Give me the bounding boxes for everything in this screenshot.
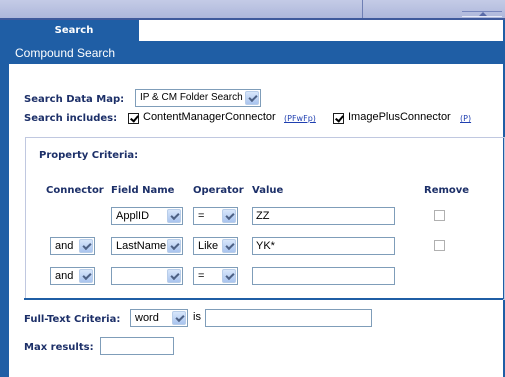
value-input[interactable] (252, 267, 395, 285)
field-name-value: ApplID (116, 210, 150, 222)
full-text-is-label: is (193, 311, 201, 323)
chevron-down-icon[interactable] (167, 269, 181, 283)
chevron-down-icon[interactable] (167, 239, 181, 253)
chevron-down-icon[interactable] (222, 209, 236, 223)
value-text: ZZ (256, 210, 270, 222)
section-title: Compound Search (15, 46, 116, 60)
chevron-down-icon[interactable] (79, 269, 93, 283)
image-plus-code-link[interactable]: (P) (460, 114, 471, 123)
column-header-connector: Connector (46, 185, 104, 196)
column-header-field-name: Field Name (111, 185, 175, 196)
search-data-map-value: IP & CM Folder Search (140, 92, 243, 103)
value-text: YK* (256, 240, 275, 252)
chevron-down-icon[interactable] (167, 209, 181, 223)
full-text-mode-select[interactable]: word (130, 309, 188, 327)
search-data-map-label: Search Data Map: (24, 94, 125, 105)
field-name-select[interactable]: LastName (111, 237, 183, 255)
max-results-label: Max results: (24, 342, 94, 353)
operator-value: Like (198, 240, 219, 252)
image-plus-label: ImagePlusConnector (348, 111, 451, 123)
search-includes-label: Search includes: (24, 113, 118, 124)
chevron-down-icon[interactable] (245, 91, 259, 105)
field-name-select[interactable] (111, 267, 183, 285)
operator-select[interactable]: = (193, 267, 238, 285)
operator-select[interactable]: = (193, 207, 238, 225)
value-input[interactable]: YK* (252, 237, 395, 255)
frame-divider (362, 0, 363, 18)
connector-select[interactable]: and (50, 267, 95, 285)
full-text-mode-value: word (135, 312, 159, 324)
connector-select[interactable]: and (50, 237, 95, 255)
full-text-input[interactable] (205, 309, 372, 327)
field-name-select[interactable]: ApplID (111, 207, 183, 225)
connector-value: and (55, 240, 74, 252)
full-text-criteria-label: Full-Text Criteria: (24, 314, 121, 325)
content-manager-checkbox[interactable] (128, 113, 139, 124)
remove-checkbox[interactable] (434, 210, 445, 221)
section-divider (24, 298, 503, 300)
column-header-remove: Remove (424, 185, 470, 196)
content-manager-code-link[interactable]: (PFwFp) (284, 114, 316, 123)
chevron-down-icon[interactable] (222, 269, 236, 283)
operator-select[interactable]: Like (193, 237, 238, 255)
image-plus-checkbox[interactable] (333, 113, 344, 124)
chevron-down-icon[interactable] (172, 311, 186, 325)
search-data-map-select[interactable]: IP & CM Folder Search (135, 89, 261, 107)
max-results-input[interactable] (100, 337, 174, 355)
chevron-down-icon[interactable] (222, 239, 236, 253)
tab-search[interactable]: Search (9, 20, 139, 42)
value-input[interactable]: ZZ (252, 207, 395, 225)
content-manager-label: ContentManagerConnector (143, 111, 276, 123)
column-header-operator: Operator (193, 185, 244, 196)
property-criteria-title: Property Criteria: (39, 150, 139, 161)
remove-checkbox[interactable] (434, 240, 445, 251)
collapse-arrow-icon[interactable] (479, 12, 487, 16)
frame-left-border (0, 20, 9, 377)
column-header-value: Value (252, 185, 284, 196)
operator-value: = (198, 210, 205, 222)
window-top-bar (0, 0, 505, 18)
connector-value: and (55, 270, 74, 282)
chevron-down-icon[interactable] (79, 239, 93, 253)
operator-value: = (198, 270, 205, 282)
field-name-value: LastName (116, 240, 167, 252)
